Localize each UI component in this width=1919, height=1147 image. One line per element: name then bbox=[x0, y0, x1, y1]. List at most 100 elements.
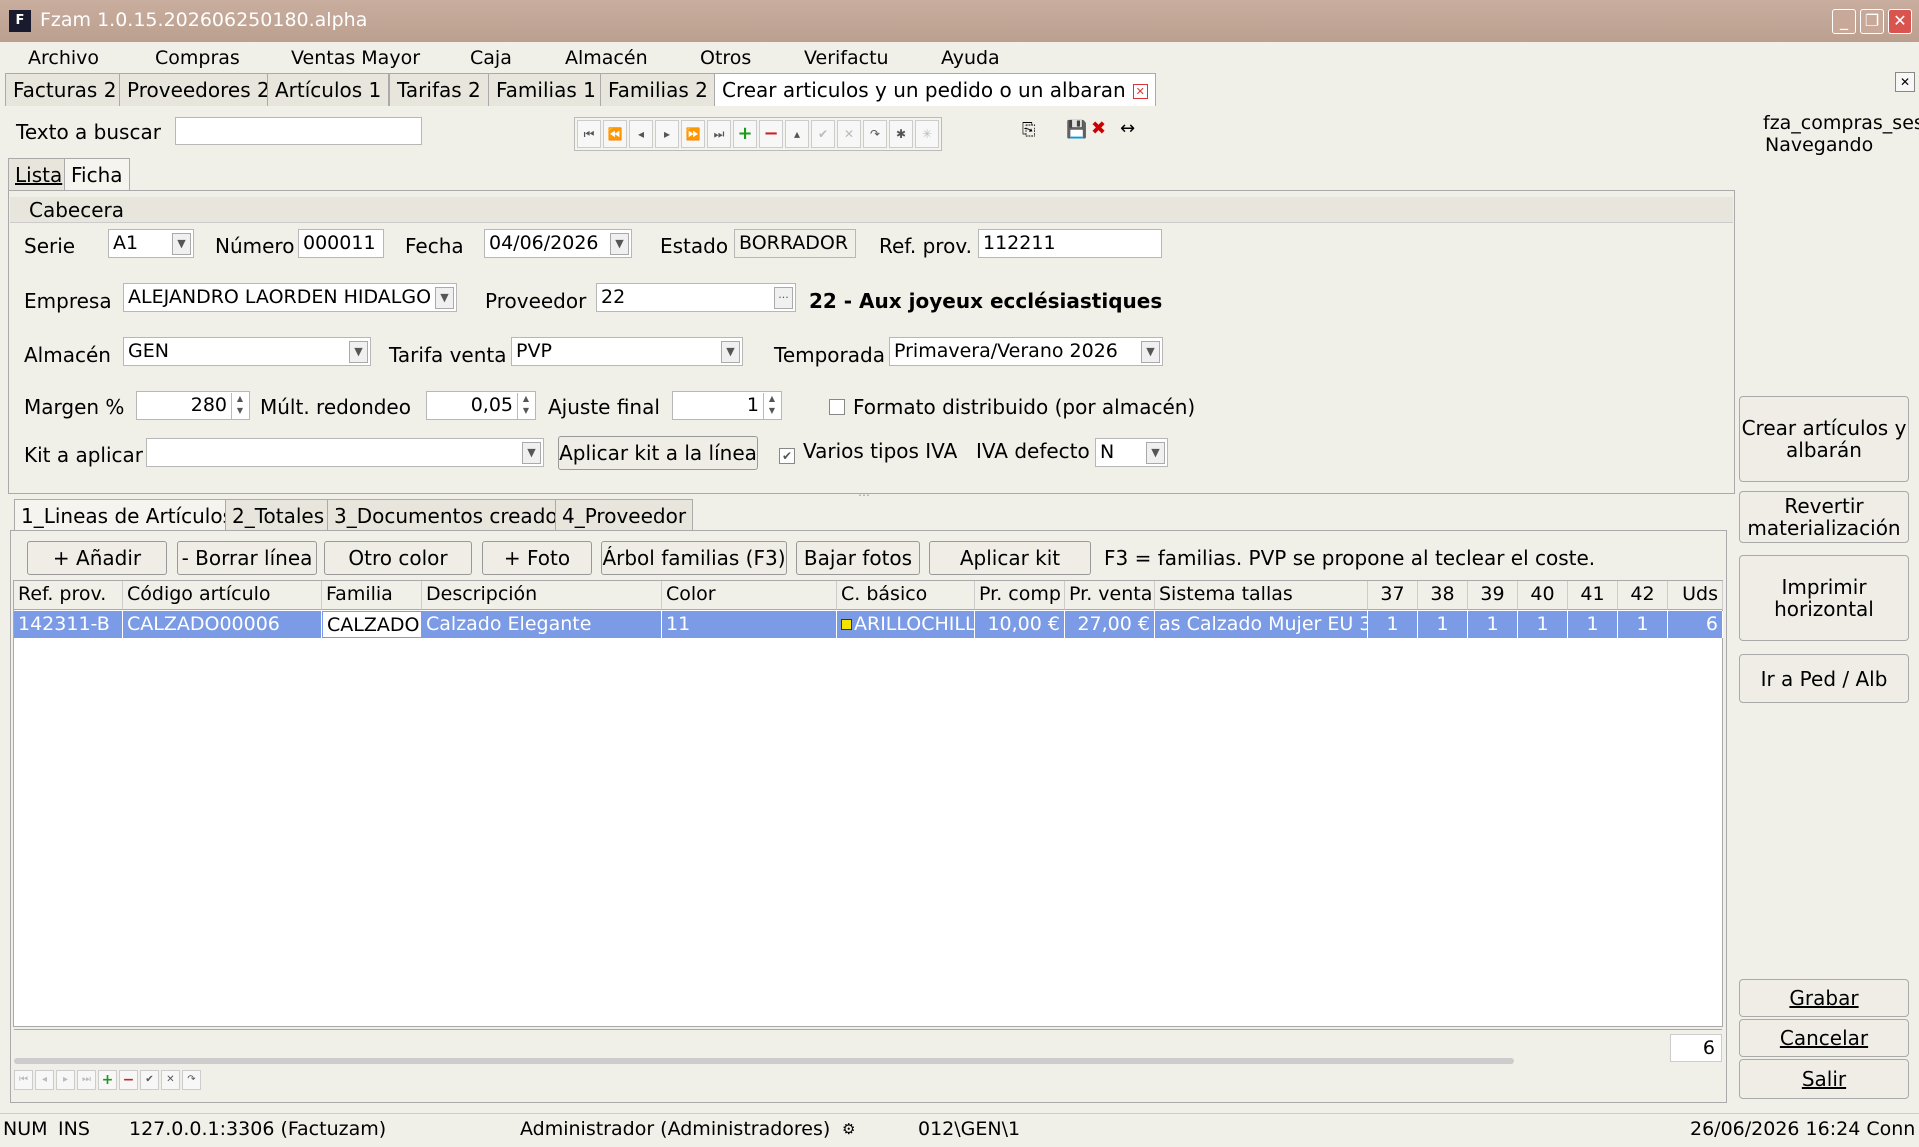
cell-familia[interactable]: CALZADO bbox=[322, 611, 422, 638]
download-photos-button[interactable]: Bajar fotos bbox=[796, 541, 920, 575]
cell-size-41[interactable]: 1 bbox=[1568, 611, 1618, 638]
col-header-41[interactable]: 41 bbox=[1568, 581, 1618, 610]
col-header-40[interactable]: 40 bbox=[1518, 581, 1568, 610]
serie-select[interactable]: A1 ▼ bbox=[108, 229, 194, 258]
col-header-descripcion[interactable]: Descripción bbox=[422, 581, 662, 610]
tab-documentos-creados[interactable]: 3_Documentos creados bbox=[327, 499, 576, 531]
menu-almacen[interactable]: Almacén bbox=[565, 47, 648, 69]
refresh-icon[interactable]: ↷ bbox=[863, 120, 887, 148]
checkbox-checked-icon[interactable]: ✔ bbox=[779, 448, 795, 464]
col-header-color[interactable]: Color bbox=[662, 581, 837, 610]
menu-compras[interactable]: Compras bbox=[155, 47, 240, 69]
chevron-down-icon[interactable]: ▼ bbox=[522, 442, 541, 464]
fecha-field[interactable]: 04/06/2026 ▼ bbox=[484, 229, 632, 258]
cell-uds[interactable]: 6 bbox=[1668, 611, 1723, 638]
temporada-select[interactable]: Primavera/Verano 2026 ▼ bbox=[889, 337, 1163, 366]
col-header-37[interactable]: 37 bbox=[1368, 581, 1418, 610]
apply-kit-button[interactable]: Aplicar kit bbox=[929, 541, 1091, 575]
tab-familias-1[interactable]: Familias 1 bbox=[488, 73, 604, 106]
cell-sistema-tallas[interactable]: as Calzado Mujer EU 3 bbox=[1155, 611, 1368, 638]
tab-totales[interactable]: 2_Totales bbox=[225, 499, 332, 531]
add-line-button[interactable]: + Añadir línea bbox=[27, 541, 167, 602]
spinner-icon[interactable]: ▲ ▼ bbox=[231, 393, 248, 419]
resize-icon[interactable]: ↔ bbox=[1120, 118, 1135, 139]
chevron-down-icon[interactable]: ▼ bbox=[1146, 442, 1165, 464]
first-line-icon[interactable]: ⏮ bbox=[14, 1070, 33, 1090]
next-page-icon[interactable]: ⏩ bbox=[681, 120, 705, 148]
menu-otros[interactable]: Otros bbox=[700, 47, 751, 69]
formato-checkbox[interactable] bbox=[829, 398, 845, 420]
cell-size-39[interactable]: 1 bbox=[1468, 611, 1518, 638]
tab-familias-2[interactable]: Familias 2 bbox=[600, 73, 716, 106]
edit-record-icon[interactable]: ▴ bbox=[785, 120, 809, 148]
family-tree-button[interactable]: Árbol familias (F3) bbox=[601, 541, 787, 575]
tarifa-select[interactable]: PVP ▼ bbox=[511, 337, 743, 366]
menu-caja[interactable]: Caja bbox=[470, 47, 512, 69]
other-color-button[interactable]: Otro color bbox=[324, 541, 472, 575]
post-line-icon[interactable]: ✔ bbox=[140, 1070, 159, 1090]
spinner-icon[interactable]: ▲ ▼ bbox=[763, 393, 780, 419]
col-header-familia[interactable]: Familia bbox=[322, 581, 422, 610]
cell-pr-venta[interactable]: 27,00 € bbox=[1065, 611, 1155, 638]
prior-line-icon[interactable]: ◂ bbox=[35, 1070, 54, 1090]
chevron-down-icon[interactable]: ▼ bbox=[172, 233, 191, 255]
cell-pr-comp[interactable]: 10,00 € bbox=[975, 611, 1065, 638]
search-input[interactable] bbox=[175, 117, 422, 145]
varios-iva-checkbox[interactable]: ✔ bbox=[779, 443, 795, 465]
proveedor-field[interactable]: 22 ··· bbox=[596, 283, 796, 312]
menu-ayuda[interactable]: Ayuda bbox=[941, 47, 1000, 69]
delete-line-icon[interactable]: − bbox=[119, 1070, 138, 1090]
tab-ficha[interactable]: Ficha bbox=[64, 158, 130, 190]
cancel-line-icon[interactable]: ✕ bbox=[161, 1070, 180, 1090]
col-header-42[interactable]: 42 bbox=[1618, 581, 1668, 610]
kit-select[interactable]: ▼ bbox=[146, 438, 544, 467]
chevron-down-icon[interactable]: ▼ bbox=[721, 341, 740, 363]
cancel-record-icon[interactable]: ✕ bbox=[837, 120, 861, 148]
chevron-down-icon[interactable]: ▼ bbox=[435, 287, 454, 309]
crear-articulos-albaran-button[interactable]: Crear artículos y albarán bbox=[1739, 396, 1909, 482]
tab-lineas-articulos[interactable]: 1_Lineas de Artículos bbox=[14, 499, 240, 531]
spinner-icon[interactable]: ▲ ▼ bbox=[517, 393, 534, 419]
cell-codigo[interactable]: CALZADO00006 bbox=[123, 611, 322, 638]
prior-page-icon[interactable]: ⏪ bbox=[603, 120, 627, 148]
col-header-codigo[interactable]: Código artículo bbox=[123, 581, 322, 610]
delete-record-icon[interactable]: − bbox=[759, 120, 783, 148]
cell-descripcion[interactable]: Calzado Elegante bbox=[422, 611, 662, 638]
chevron-down-icon[interactable]: ▼ bbox=[1141, 341, 1160, 363]
cell-size-42[interactable]: 1 bbox=[1618, 611, 1668, 638]
menu-ventas-mayor[interactable]: Ventas Mayor bbox=[291, 47, 420, 69]
col-header-38[interactable]: 38 bbox=[1418, 581, 1468, 610]
mult-field[interactable]: 0,05 ▲ ▼ bbox=[426, 391, 536, 420]
cancelar-button[interactable]: Cancelar bbox=[1739, 1019, 1909, 1057]
menu-archivo[interactable]: Archivo bbox=[28, 47, 99, 69]
col-header-pr-venta[interactable]: Pr. venta bbox=[1065, 581, 1155, 610]
clear-filter-icon[interactable]: ✖ bbox=[1091, 118, 1106, 139]
insert-record-icon[interactable]: + bbox=[733, 120, 757, 148]
prior-record-icon[interactable]: ◂ bbox=[629, 120, 653, 148]
tab-crear-articulos[interactable]: Crear articulos y un pedido o un albaran… bbox=[714, 73, 1156, 106]
revertir-materializacion-button[interactable]: Revertir materialización bbox=[1739, 491, 1909, 543]
last-line-icon[interactable]: ⏭ bbox=[77, 1070, 96, 1090]
col-header-39[interactable]: 39 bbox=[1468, 581, 1518, 610]
cell-size-40[interactable]: 1 bbox=[1518, 611, 1568, 638]
cell-size-37[interactable]: 1 bbox=[1368, 611, 1418, 638]
splitter-grip[interactable]: ⋯ bbox=[858, 488, 870, 502]
chevron-down-icon[interactable]: ▼ bbox=[349, 341, 368, 363]
tab-facturas[interactable]: Facturas 2 bbox=[5, 73, 125, 106]
ellipsis-icon[interactable]: ··· bbox=[774, 287, 793, 309]
refprov-field[interactable]: 112211 bbox=[978, 229, 1162, 258]
close-icon[interactable]: ✕ bbox=[1888, 9, 1912, 34]
copy-icon[interactable]: ⎘ bbox=[1022, 120, 1036, 140]
calendar-dropdown-icon[interactable]: ▼ bbox=[610, 233, 629, 255]
insert-line-icon[interactable]: + bbox=[98, 1070, 117, 1090]
col-header-ref-prov[interactable]: Ref. prov. bbox=[14, 581, 123, 610]
post-record-icon[interactable]: ✔ bbox=[811, 120, 835, 148]
next-record-icon[interactable]: ▸ bbox=[655, 120, 679, 148]
close-all-tabs-icon[interactable]: ✕ bbox=[1895, 72, 1915, 92]
horizontal-scrollbar[interactable] bbox=[14, 1058, 1514, 1064]
minimize-icon[interactable]: _ bbox=[1832, 9, 1856, 34]
col-header-uds[interactable]: Uds bbox=[1668, 581, 1723, 610]
imprimir-horizontal-button[interactable]: Imprimir horizontal bbox=[1739, 555, 1909, 641]
refresh-line-icon[interactable]: ↷ bbox=[182, 1070, 201, 1090]
ir-ped-alb-button[interactable]: Ir a Ped / Alb bbox=[1739, 654, 1909, 703]
